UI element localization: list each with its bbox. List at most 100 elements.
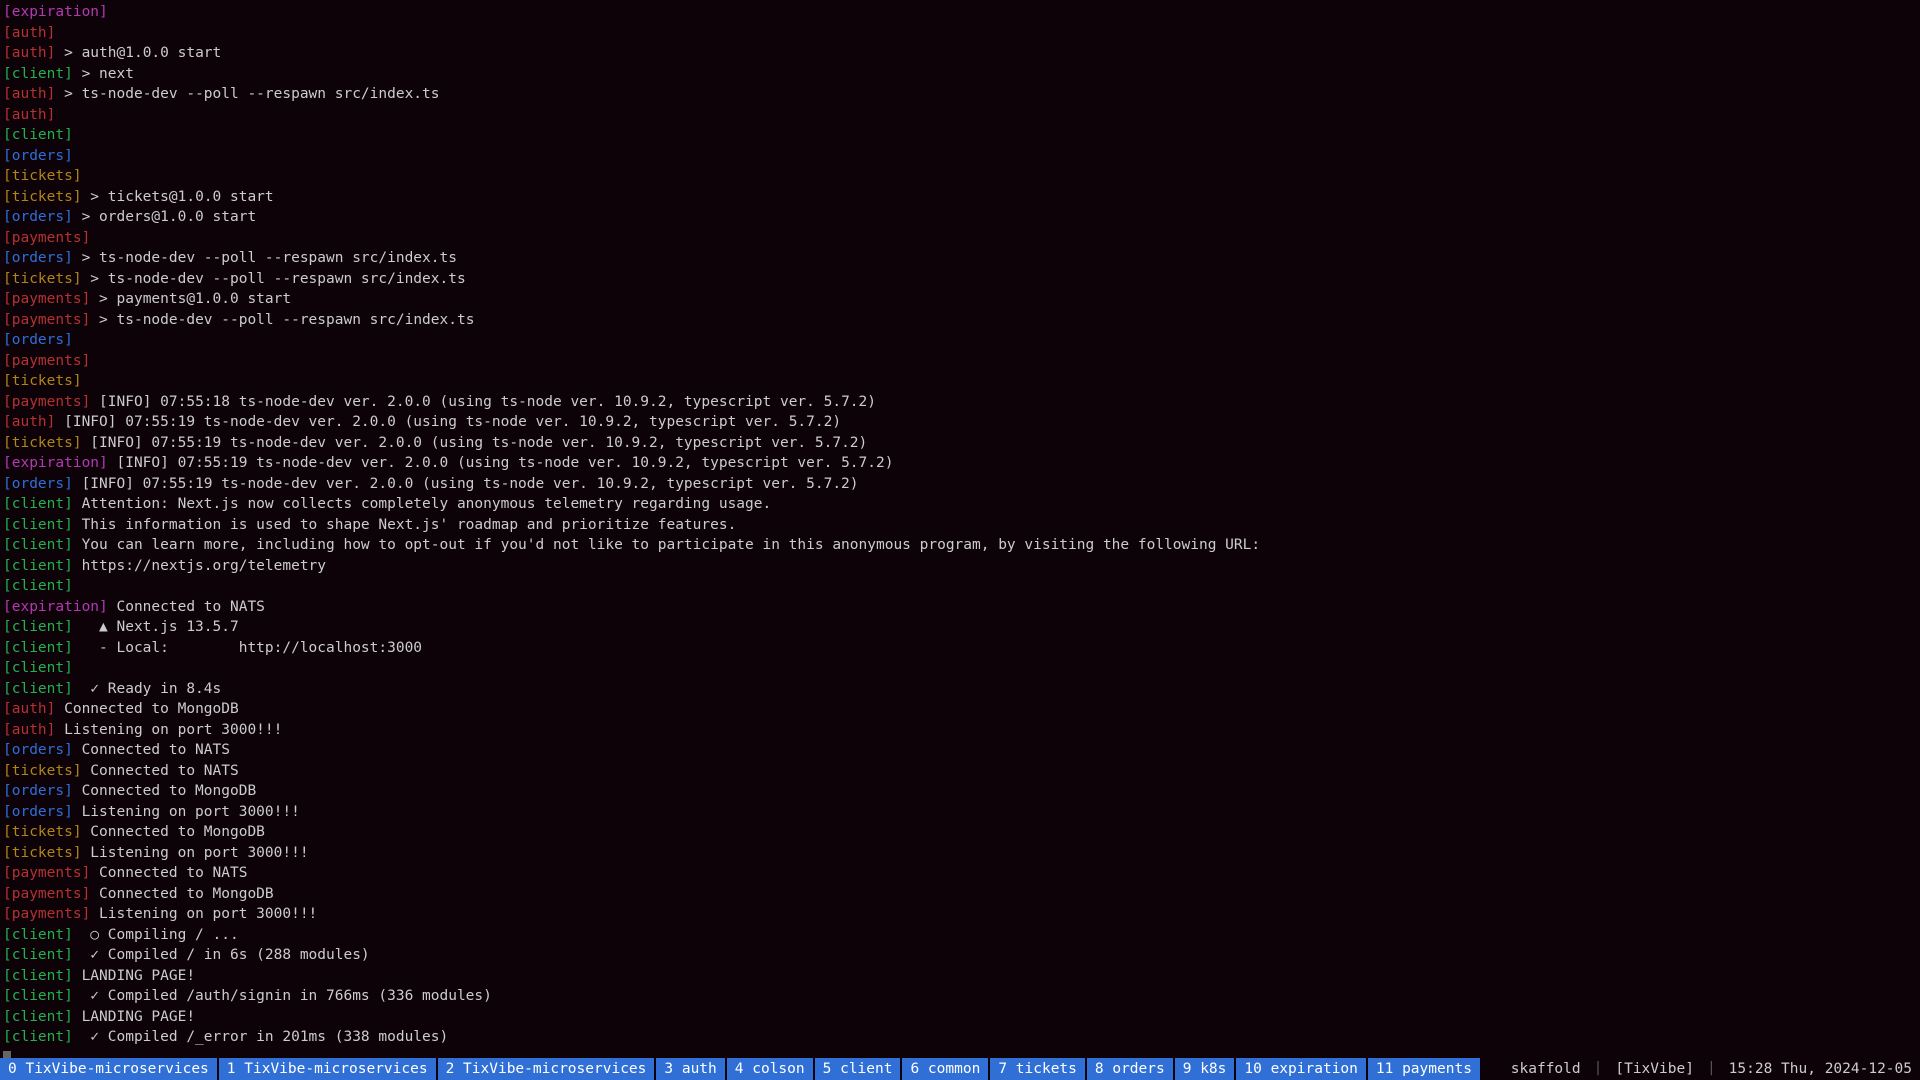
log-message: Connected to MongoDB bbox=[90, 886, 273, 902]
log-message: ▲ Next.js 13.5.7 bbox=[73, 619, 239, 635]
log-line: [orders] > orders@1.0.0 start bbox=[3, 207, 1917, 228]
log-line: [tickets] Connected to MongoDB bbox=[3, 822, 1917, 843]
log-tag-payments: [payments] bbox=[3, 312, 90, 328]
log-tag-client: [client] bbox=[3, 640, 73, 656]
log-tag-auth: [auth] bbox=[3, 86, 55, 102]
log-line: [client] This information is used to sha… bbox=[3, 515, 1917, 536]
log-line: [auth] bbox=[3, 23, 1917, 44]
log-line: [auth] > auth@1.0.0 start bbox=[3, 43, 1917, 64]
log-tag-tickets: [tickets] bbox=[3, 845, 82, 861]
log-message: Listening on port 3000!!! bbox=[90, 906, 317, 922]
log-tag-tickets: [tickets] bbox=[3, 271, 82, 287]
log-line: [payments] > ts-node-dev --poll --respaw… bbox=[3, 310, 1917, 331]
log-line: [client] You can learn more, including h… bbox=[3, 535, 1917, 556]
log-message: Connected to MongoDB bbox=[73, 783, 256, 799]
log-message: Connected to MongoDB bbox=[82, 824, 265, 840]
log-tag-orders: [orders] bbox=[3, 332, 73, 348]
separator-icon: | bbox=[1702, 1058, 1721, 1080]
log-message: > auth@1.0.0 start bbox=[55, 45, 221, 61]
log-tag-client: [client] bbox=[3, 127, 73, 143]
status-datetime: 15:28 Thu, 2024-12-05 bbox=[1721, 1058, 1920, 1080]
log-tag-client: [client] bbox=[3, 968, 73, 984]
status-session: [TixVibe] bbox=[1607, 1058, 1702, 1080]
tmux-window-10[interactable]: 10 expiration bbox=[1236, 1058, 1368, 1080]
log-tag-orders: [orders] bbox=[3, 742, 73, 758]
log-line: [client] ✓ Compiled /auth/signin in 766m… bbox=[3, 986, 1917, 1007]
tmux-window-0[interactable]: 0 TixVibe-microservices bbox=[0, 1058, 219, 1080]
tmux-window-11[interactable]: 11 payments bbox=[1368, 1058, 1482, 1080]
log-tag-client: [client] bbox=[3, 681, 73, 697]
log-message: Listening on port 3000!!! bbox=[73, 804, 300, 820]
log-line: [payments] Listening on port 3000!!! bbox=[3, 904, 1917, 925]
log-message: > payments@1.0.0 start bbox=[90, 291, 291, 307]
tmux-window-7[interactable]: 7 tickets bbox=[990, 1058, 1087, 1080]
tmux-window-4[interactable]: 4 colson bbox=[727, 1058, 815, 1080]
log-tag-client: [client] bbox=[3, 558, 73, 574]
tmux-window-8[interactable]: 8 orders bbox=[1087, 1058, 1175, 1080]
log-tag-tickets: [tickets] bbox=[3, 189, 82, 205]
log-message: Connected to MongoDB bbox=[55, 701, 238, 717]
tmux-window-5[interactable]: 5 client bbox=[815, 1058, 903, 1080]
log-tag-orders: [orders] bbox=[3, 148, 73, 164]
tmux-window-1[interactable]: 1 TixVibe-microservices bbox=[219, 1058, 438, 1080]
log-line: [expiration] bbox=[3, 2, 1917, 23]
log-tag-tickets: [tickets] bbox=[3, 824, 82, 840]
log-message: ○ Compiling / ... bbox=[73, 927, 239, 943]
separator-icon: | bbox=[1589, 1058, 1608, 1080]
log-message: LANDING PAGE! bbox=[73, 1009, 195, 1025]
tmux-window-3[interactable]: 3 auth bbox=[656, 1058, 726, 1080]
log-tag-auth: [auth] bbox=[3, 25, 55, 41]
log-tag-client: [client] bbox=[3, 947, 73, 963]
log-tag-auth: [auth] bbox=[3, 414, 55, 430]
log-tag-payments: [payments] bbox=[3, 230, 90, 246]
log-line: [payments] bbox=[3, 351, 1917, 372]
log-message: ✓ Compiled /_error in 201ms (338 modules… bbox=[73, 1029, 448, 1045]
log-line: [auth] bbox=[3, 105, 1917, 126]
log-line: [auth] Listening on port 3000!!! bbox=[3, 720, 1917, 741]
log-line: [tickets] > tickets@1.0.0 start bbox=[3, 187, 1917, 208]
log-tag-tickets: [tickets] bbox=[3, 373, 82, 389]
tmux-window-2[interactable]: 2 TixVibe-microservices bbox=[438, 1058, 657, 1080]
log-message: Connected to NATS bbox=[73, 742, 230, 758]
log-tag-auth: [auth] bbox=[3, 722, 55, 738]
log-tag-payments: [payments] bbox=[3, 886, 90, 902]
log-tag-client: [client] bbox=[3, 578, 73, 594]
log-tag-orders: [orders] bbox=[3, 476, 73, 492]
log-tag-client: [client] bbox=[3, 537, 73, 553]
log-message: ✓ Ready in 8.4s bbox=[73, 681, 221, 697]
log-tag-orders: [orders] bbox=[3, 250, 73, 266]
log-line: [client] ✓ Compiled /_error in 201ms (33… bbox=[3, 1027, 1917, 1048]
log-line: [tickets] > ts-node-dev --poll --respawn… bbox=[3, 269, 1917, 290]
log-message: > ts-node-dev --poll --respawn src/index… bbox=[82, 271, 466, 287]
log-line: [tickets] [INFO] 07:55:19 ts-node-dev ve… bbox=[3, 433, 1917, 454]
terminal-output[interactable]: [expiration] [auth] [auth] > auth@1.0.0 st… bbox=[0, 0, 1920, 1058]
log-line: [client] bbox=[3, 576, 1917, 597]
log-message: [INFO] 07:55:18 ts-node-dev ver. 2.0.0 (… bbox=[90, 394, 876, 410]
log-line: [client] > next bbox=[3, 64, 1917, 85]
log-tag-auth: [auth] bbox=[3, 701, 55, 717]
log-tag-expiration: [expiration] bbox=[3, 599, 108, 615]
tmux-windows: 0 TixVibe-microservices1 TixVibe-microse… bbox=[0, 1058, 1482, 1080]
log-line: [client] ✓ Ready in 8.4s bbox=[3, 679, 1917, 700]
log-message: LANDING PAGE! bbox=[73, 968, 195, 984]
log-message: You can learn more, including how to opt… bbox=[73, 537, 1260, 553]
log-tag-payments: [payments] bbox=[3, 906, 90, 922]
log-line: [payments] > payments@1.0.0 start bbox=[3, 289, 1917, 310]
log-line: [orders] > ts-node-dev --poll --respawn … bbox=[3, 248, 1917, 269]
log-message: Listening on port 3000!!! bbox=[55, 722, 282, 738]
log-line: [orders] bbox=[3, 330, 1917, 351]
log-line: [orders] Connected to NATS bbox=[3, 740, 1917, 761]
log-line: [orders] Listening on port 3000!!! bbox=[3, 802, 1917, 823]
tmux-window-9[interactable]: 9 k8s bbox=[1175, 1058, 1237, 1080]
log-tag-orders: [orders] bbox=[3, 804, 73, 820]
log-line: [orders] bbox=[3, 146, 1917, 167]
log-line: [client] bbox=[3, 658, 1917, 679]
tmux-window-6[interactable]: 6 common bbox=[902, 1058, 990, 1080]
log-message: This information is used to shape Next.j… bbox=[73, 517, 736, 533]
log-message: Connected to NATS bbox=[108, 599, 265, 615]
log-message: Connected to NATS bbox=[90, 865, 247, 881]
log-line: [tickets] bbox=[3, 371, 1917, 392]
log-message: Connected to NATS bbox=[82, 763, 239, 779]
log-line: [client] ○ Compiling / ... bbox=[3, 925, 1917, 946]
log-line: [orders] Connected to MongoDB bbox=[3, 781, 1917, 802]
